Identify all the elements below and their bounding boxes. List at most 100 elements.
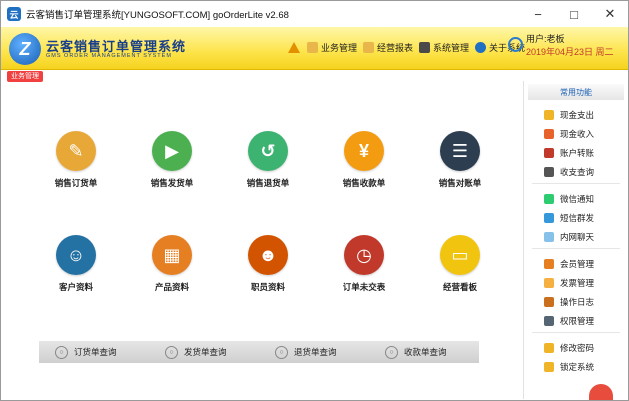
function-employee[interactable]: ☻ 职员资料 <box>233 235 303 293</box>
search-icon: ○ <box>55 345 68 359</box>
quick-item-transfer[interactable]: 账户转账 <box>524 143 628 162</box>
function-order-pending[interactable]: ◷ 订单未交表 <box>329 235 399 293</box>
menu-system[interactable]: 系统管理 <box>419 41 469 54</box>
quick-item-label: 内网聊天 <box>560 231 595 242</box>
close-button[interactable]: ✕ <box>592 1 628 27</box>
quick-item-label: 收支查询 <box>560 166 595 177</box>
quick-item-label: 锁定系统 <box>560 361 595 372</box>
query-returns[interactable]: ○ 退货单查询 <box>275 345 369 359</box>
folder-icon <box>363 42 375 53</box>
user-info: 用户:老板 2019年04月23日 周二 <box>526 33 614 59</box>
function-product[interactable]: ▦ 产品资料 <box>137 235 207 293</box>
quick-item-label: 短信群发 <box>560 212 595 223</box>
function-label: 销售收款单 <box>342 178 386 188</box>
folder-icon <box>307 42 318 53</box>
quick-item-label: 会员管理 <box>560 258 595 269</box>
chat-icon <box>544 231 554 242</box>
customer-icon: ☺ <box>56 235 96 275</box>
quick-item-lock[interactable]: 锁定系统 <box>524 357 628 376</box>
warning-icon[interactable] <box>288 42 300 53</box>
quick-item-cash-in[interactable]: 现金收入 <box>524 124 628 143</box>
current-date: 2019年04月23日 周二 <box>526 47 614 57</box>
menu-business[interactable]: 业务管理 <box>307 41 357 54</box>
function-label: 经营看板 <box>442 282 477 292</box>
function-dashboard[interactable]: ▭ 经营看板 <box>425 235 495 293</box>
function-label: 职员资料 <box>250 282 285 292</box>
function-edit-order[interactable]: ✎ 销售订货单 <box>41 131 111 189</box>
quick-item-label: 修改密码 <box>560 342 595 353</box>
quick-functions-list: 现金支出现金收入账户转账收支查询微信通知短信群发内网聊天会员管理发票管理操作日志… <box>524 105 628 376</box>
quick-functions-panel: 常用功能 现金支出现金收入账户转账收支查询微信通知短信群发内网聊天会员管理发票管… <box>523 81 628 399</box>
invoice-icon <box>544 277 554 288</box>
quick-item-cash-out[interactable]: 现金支出 <box>524 105 628 124</box>
query-label: 退货单查询 <box>294 347 337 357</box>
quick-item-query[interactable]: 收支查询 <box>524 162 628 181</box>
dashboard-icon: ▭ <box>440 235 480 275</box>
quick-item-label: 现金收入 <box>560 128 595 139</box>
quick-item-label: 微信通知 <box>560 193 595 204</box>
app-window: 云 云客销售订单管理系统[YUNGOSOFT.COM] goOrderLite … <box>0 0 629 401</box>
user-name: 用户:老板 <box>526 34 565 44</box>
query-orders[interactable]: ○ 订货单查询 <box>55 345 149 359</box>
quick-item-sms[interactable]: 短信群发 <box>524 208 628 227</box>
key-icon <box>544 342 554 353</box>
function-label: 客户资料 <box>58 282 93 292</box>
function-label: 产品资料 <box>154 282 189 292</box>
window-title: 云客销售订单管理系统[YUNGOSOFT.COM] goOrderLite v2… <box>26 10 289 21</box>
query-label: 发货单查询 <box>184 347 227 357</box>
function-return[interactable]: ↺ 销售退货单 <box>233 131 303 189</box>
quick-item-log[interactable]: 操作日志 <box>524 292 628 311</box>
document-icon <box>419 42 431 53</box>
cash-in-icon <box>544 128 554 139</box>
clipboard-icon: ☰ <box>440 131 480 171</box>
search-icon: ○ <box>385 345 398 359</box>
menu-reports[interactable]: 经营报表 <box>363 41 413 54</box>
employee-icon: ☻ <box>248 235 288 275</box>
maximize-button[interactable]: □ <box>556 1 592 27</box>
cash-out-icon <box>544 109 554 120</box>
app-header: Z 云客销售订单管理系统 GMS ORDER MANAGEMENT SYSTEM… <box>1 27 628 70</box>
function-label: 销售退货单 <box>246 178 290 188</box>
function-yuan[interactable]: ¥ 销售收款单 <box>329 131 399 189</box>
search-icon: ○ <box>165 345 178 359</box>
quick-item-key[interactable]: 修改密码 <box>524 338 628 357</box>
quick-item-label: 发票管理 <box>560 277 595 288</box>
logo-subtitle: GMS ORDER MANAGEMENT SYSTEM <box>46 53 172 59</box>
function-customer[interactable]: ☺ 客户资料 <box>41 235 111 293</box>
menu-label: 系统管理 <box>433 43 470 53</box>
lock-icon <box>544 361 554 372</box>
separator <box>532 248 620 249</box>
quick-item-label: 现金支出 <box>560 109 595 120</box>
member-icon <box>544 258 554 269</box>
quick-item-chat[interactable]: 内网聊天 <box>524 227 628 246</box>
user-icon <box>508 37 523 52</box>
quick-item-invoice[interactable]: 发票管理 <box>524 273 628 292</box>
quick-item-label: 权限管理 <box>560 315 595 326</box>
query-label: 订货单查询 <box>74 347 117 357</box>
section-tag[interactable]: 业务管理 <box>7 71 43 82</box>
function-clipboard[interactable]: ☰ 销售对账单 <box>425 131 495 189</box>
order-pending-icon: ◷ <box>344 235 384 275</box>
query-deliveries[interactable]: ○ 发货单查询 <box>165 345 259 359</box>
mascot-icon <box>589 384 613 400</box>
minimize-button[interactable]: − <box>520 1 556 27</box>
logo-icon: Z <box>9 33 41 65</box>
delivery-truck-icon: ▶ <box>152 131 192 171</box>
panel-title: 常用功能 <box>528 84 624 100</box>
transfer-icon <box>544 147 554 158</box>
function-delivery-truck[interactable]: ▶ 销售发货单 <box>137 131 207 189</box>
query-icon <box>544 166 554 177</box>
function-label: 订单未交表 <box>342 282 386 292</box>
function-label: 销售订货单 <box>54 178 98 188</box>
permission-icon <box>544 315 554 326</box>
quick-item-member[interactable]: 会员管理 <box>524 254 628 273</box>
menu-label: 经营报表 <box>377 43 414 53</box>
query-label: 收款单查询 <box>404 347 447 357</box>
edit-order-icon: ✎ <box>56 131 96 171</box>
menu-label: 业务管理 <box>321 43 358 53</box>
query-receipts[interactable]: ○ 收款单查询 <box>385 345 479 359</box>
quick-item-permission[interactable]: 权限管理 <box>524 311 628 330</box>
search-icon: ○ <box>275 345 288 359</box>
quick-item-wechat[interactable]: 微信通知 <box>524 189 628 208</box>
yuan-icon: ¥ <box>344 131 384 171</box>
